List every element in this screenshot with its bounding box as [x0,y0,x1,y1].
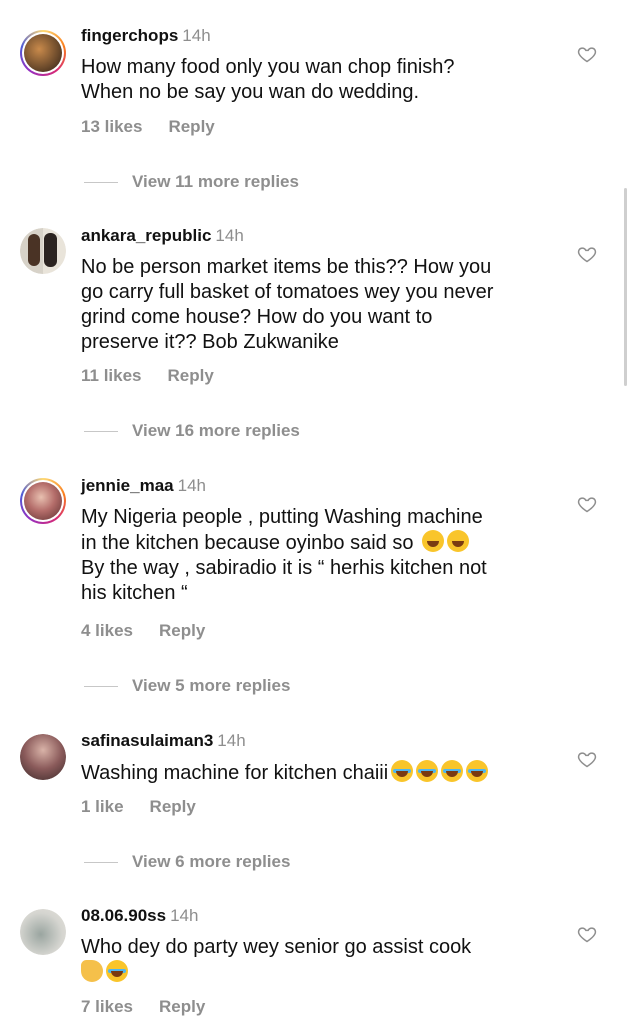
view-replies-label: View 11 more replies [132,172,299,191]
comment-line: preserve it?? Bob Zukwanike [81,331,339,353]
likes-count[interactable]: 11 likes [81,366,142,385]
comment-text: My Nigeria people , putting Washing mach… [81,505,561,606]
comment-line: How many food only you wan chop finish? [81,56,455,78]
avatar[interactable] [20,909,66,955]
timestamp: 14h [170,906,199,925]
reply-button[interactable]: Reply [159,621,205,640]
heart-outline-icon[interactable] [577,924,597,944]
face-with-tears-of-joy-emoji [391,760,414,782]
reply-button[interactable]: Reply [168,117,214,136]
comment-line: in the kitchen because oyinbo said so [81,532,414,554]
face-with-tears-of-joy-emoji [441,760,464,782]
flexed-biceps-emoji [81,960,103,982]
likes-count[interactable]: 4 likes [81,621,133,640]
avatar[interactable] [20,734,66,780]
comment-text: No be person market items be this?? How … [81,255,561,355]
comment-line: My Nigeria people , putting Washing mach… [81,506,483,528]
comment-line: Who dey do party wey senior go assist co… [81,936,472,958]
comment-actions: 1 like Reply [81,797,222,817]
comment-header: ankara_republic 14h [81,226,244,246]
heart-outline-icon[interactable] [577,749,597,769]
avatar[interactable] [20,228,66,274]
grinning-squinting-face-emoji [422,530,445,552]
view-replies-label: View 5 more replies [132,676,291,695]
avatar[interactable] [20,478,66,524]
comment-actions: 11 likes Reply [81,366,240,386]
face-with-tears-of-joy-emoji [416,760,439,782]
comment-line: When no be say you wan do wedding. [81,81,419,103]
reply-button[interactable]: Reply [168,366,214,385]
comment-line: No be person market items be this?? How … [81,256,492,278]
comment-line: grind come house? How do you want to [81,306,433,328]
comment-header: 08.06.90ss 14h [81,906,198,926]
username[interactable]: fingerchops [81,26,178,45]
view-replies-button[interactable]: View 16 more replies [84,421,300,441]
likes-count[interactable]: 1 like [81,797,124,816]
username[interactable]: jennie_maa [81,476,174,495]
username[interactable]: safinasulaiman3 [81,731,213,750]
username[interactable]: 08.06.90ss [81,906,166,925]
timestamp: 14h [217,731,246,750]
comment-text: Washing machine for kitchen chaiii [81,760,561,786]
divider [84,686,118,688]
reply-button[interactable]: Reply [150,797,196,816]
comment-header: fingerchops 14h [81,26,211,46]
comment-line: go carry full basket of tomatoes wey you… [81,281,494,303]
divider [84,182,118,184]
heart-outline-icon[interactable] [577,44,597,64]
heart-outline-icon[interactable] [577,244,597,264]
likes-count[interactable]: 7 likes [81,997,133,1016]
comment-text: Who dey do party wey senior go assist co… [81,935,561,986]
comment-actions: 7 likes Reply [81,997,231,1017]
avatar[interactable] [20,30,66,76]
comment-actions: 4 likes Reply [81,621,231,641]
comment-text: How many food only you wan chop finish? … [81,55,561,105]
heart-outline-icon[interactable] [577,494,597,514]
scrollbar[interactable] [624,188,627,386]
comment-line: his kitchen “ [81,582,188,604]
face-with-tears-of-joy-emoji [466,760,489,782]
timestamp: 14h [182,26,211,45]
username[interactable]: ankara_republic [81,226,211,245]
timestamp: 14h [215,226,244,245]
reply-button[interactable]: Reply [159,997,205,1016]
view-replies-label: View 6 more replies [132,852,291,871]
divider [84,431,118,433]
timestamp: 14h [177,476,206,495]
view-replies-button[interactable]: View 5 more replies [84,676,290,696]
comment-actions: 13 likes Reply [81,117,241,137]
comment-line: By the way , sabiradio it is “ herhis ki… [81,557,487,579]
comment-line: Washing machine for kitchen chaiii [81,762,389,784]
view-replies-button[interactable]: View 11 more replies [84,172,299,192]
grinning-squinting-face-emoji [447,530,470,552]
face-with-tears-of-joy-emoji [106,960,128,982]
view-replies-button[interactable]: View 6 more replies [84,852,290,872]
likes-count[interactable]: 13 likes [81,117,142,136]
view-replies-label: View 16 more replies [132,421,300,440]
divider [84,862,118,864]
comment-header: safinasulaiman3 14h [81,731,246,751]
comment-header: jennie_maa 14h [81,476,206,496]
